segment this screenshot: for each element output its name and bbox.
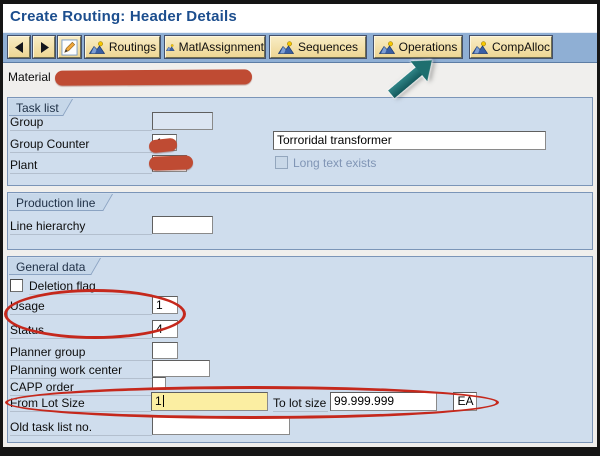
from-lot-size-label: From Lot Size [10, 395, 151, 412]
planning-work-center-field[interactable] [152, 360, 210, 377]
status-label: Status [10, 322, 152, 339]
long-text-exists-checkbox[interactable] [275, 156, 288, 169]
person-icon [378, 40, 395, 54]
usage-label: Usage [10, 298, 152, 315]
sequences-button[interactable]: Sequences [269, 35, 367, 59]
operations-button-label: Operations [398, 40, 458, 54]
person-icon [471, 40, 488, 54]
group-counter-field[interactable]: 1 [152, 134, 177, 151]
status-field[interactable]: 4 [152, 320, 178, 338]
sequences-button-label: Sequences [297, 40, 359, 54]
general-data-tab: General data [9, 258, 101, 275]
page-title: Create Routing: Header Details [10, 8, 237, 25]
usage-field[interactable]: 1 [152, 296, 178, 314]
line-hierarchy-field[interactable] [152, 216, 213, 234]
person-icon [277, 40, 294, 54]
previous-icon [14, 41, 23, 53]
matl-assignment-button-label: MatlAssignment [178, 40, 264, 54]
person-icon [88, 40, 105, 54]
task-list-description-field[interactable]: Torroridal transformer [273, 131, 546, 150]
deletion-flag-label: Deletion flag [29, 278, 152, 295]
edit-icon [61, 38, 78, 56]
unit-field[interactable]: EA [453, 392, 477, 411]
next-screen-button[interactable] [32, 35, 56, 59]
old-task-list-no-label: Old task list no. [10, 419, 152, 436]
production-line-tab-label: Production line [16, 196, 96, 210]
next-icon [40, 41, 49, 53]
capp-order-field[interactable] [152, 377, 166, 390]
screenshot-frame: Create Routing: Header Details Routings … [0, 0, 600, 456]
production-line-tab: Production line [9, 194, 113, 211]
to-lot-size-label: To lot size [273, 396, 328, 412]
capp-order-label: CAPP order [10, 379, 152, 396]
matl-assignment-button[interactable]: MatlAssignment [164, 35, 266, 59]
comp-alloc-button-label: CompAlloc [491, 40, 551, 54]
old-task-list-no-field[interactable] [152, 416, 290, 435]
from-lot-size-field[interactable]: 1 [151, 392, 268, 411]
deletion-flag-checkbox[interactable] [10, 279, 23, 292]
plant-label: Plant [10, 157, 152, 174]
group-field[interactable] [152, 112, 213, 130]
planner-group-field[interactable] [152, 342, 178, 359]
to-lot-size-field[interactable]: 99.999.999 [330, 392, 437, 411]
group-counter-label: Group Counter [10, 136, 152, 153]
group-label: Group [10, 114, 152, 131]
routings-button[interactable]: Routings [84, 35, 161, 59]
planner-group-label: Planner group [10, 344, 152, 361]
plant-field[interactable] [152, 155, 187, 172]
planning-work-center-label: Planning work center [10, 362, 152, 379]
previous-screen-button[interactable] [7, 35, 31, 59]
task-list-tab-label: Task list [16, 101, 59, 115]
material-description-peek: Torroidal transformer [112, 74, 214, 86]
long-text-exists-label: Long text exists [293, 156, 377, 170]
line-hierarchy-label: Line hierarchy [10, 218, 152, 235]
display-change-button[interactable] [57, 35, 82, 59]
person-icon [166, 43, 175, 51]
operations-button[interactable]: Operations [373, 35, 463, 59]
material-label: Material [8, 70, 51, 84]
text-cursor [162, 395, 164, 407]
routings-button-label: Routings [108, 40, 157, 54]
comp-alloc-button[interactable]: CompAlloc [469, 35, 553, 59]
general-data-tab-label: General data [16, 260, 86, 274]
